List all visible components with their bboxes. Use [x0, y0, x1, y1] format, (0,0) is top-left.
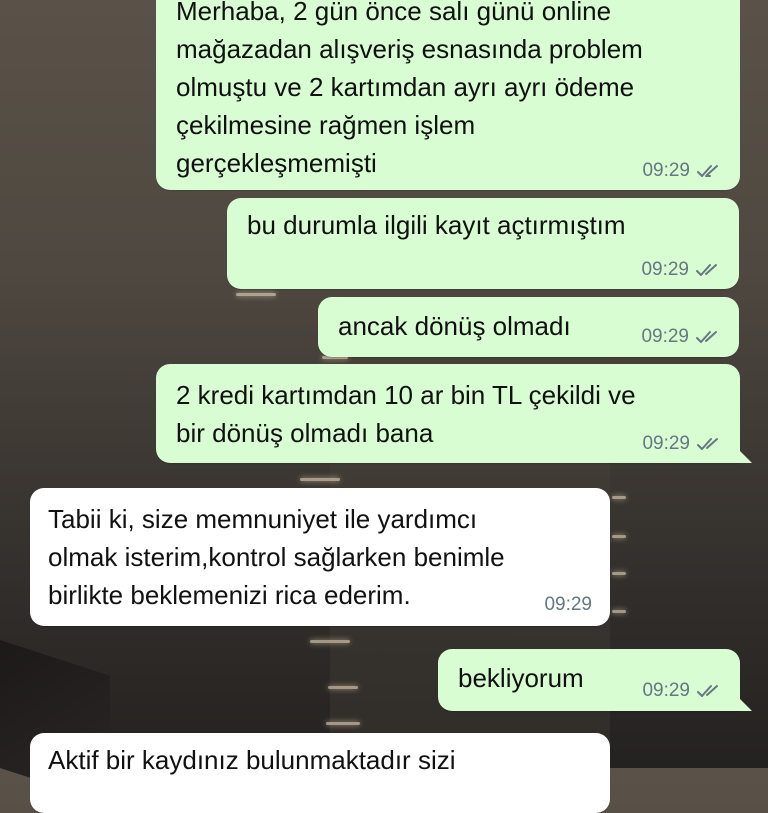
double-check-icon [695, 262, 721, 278]
message-text: 2 kredi kartımdan 10 ar bin TL çekildi v… [176, 380, 636, 448]
message-time: 09:29 [641, 259, 689, 280]
outgoing-message[interactable]: Merhaba, 2 gün önce salı günü online mağ… [156, 0, 740, 190]
background-light [612, 610, 626, 613]
background-light [326, 722, 360, 725]
incoming-message[interactable]: Aktif bir kaydınız bulunmaktadır sizi [30, 733, 610, 813]
message-time: 09:29 [641, 326, 689, 347]
message-meta: 09:29 [642, 160, 722, 182]
message-meta: 09:29 [642, 433, 722, 455]
double-check-icon [696, 163, 722, 179]
background-light [300, 478, 340, 481]
double-check-icon [695, 329, 721, 345]
background-light [328, 686, 358, 689]
message-text: Tabii ki, size memnuniyet ile yardımcı o… [48, 504, 505, 610]
incoming-message[interactable]: Tabii ki, size memnuniyet ile yardımcı o… [30, 488, 610, 626]
message-time: 09:29 [544, 594, 592, 615]
background-light [612, 496, 626, 499]
outgoing-message[interactable]: ancak dönüş olmadı 09:29 [318, 297, 739, 357]
background-light [236, 293, 276, 296]
background-light [310, 640, 350, 643]
message-meta: 09:29 [544, 594, 592, 616]
message-time: 09:29 [642, 680, 690, 701]
background-light [612, 572, 626, 575]
message-meta: 09:29 [642, 680, 722, 702]
message-meta: 09:29 [641, 326, 721, 348]
outgoing-message[interactable]: 2 kredi kartımdan 10 ar bin TL çekildi v… [156, 364, 752, 463]
message-meta: 09:29 [641, 259, 721, 281]
outgoing-message[interactable]: bu durumla ilgili kayıt açtırmıştım 09:2… [227, 198, 739, 289]
background-light [612, 535, 626, 538]
bubble-tail [738, 697, 752, 711]
message-time: 09:29 [642, 160, 690, 181]
bubble-tail [738, 449, 752, 463]
double-check-icon [696, 436, 722, 452]
message-text: Merhaba, 2 gün önce salı günü online mağ… [176, 0, 643, 178]
message-text: bu durumla ilgili kayıt açtırmıştım [247, 210, 626, 240]
message-time: 09:29 [642, 433, 690, 454]
message-text: Aktif bir kaydınız bulunmaktadır sizi [48, 745, 456, 775]
double-check-icon [696, 683, 722, 699]
outgoing-message[interactable]: bekliyorum 09:29 [438, 649, 752, 711]
